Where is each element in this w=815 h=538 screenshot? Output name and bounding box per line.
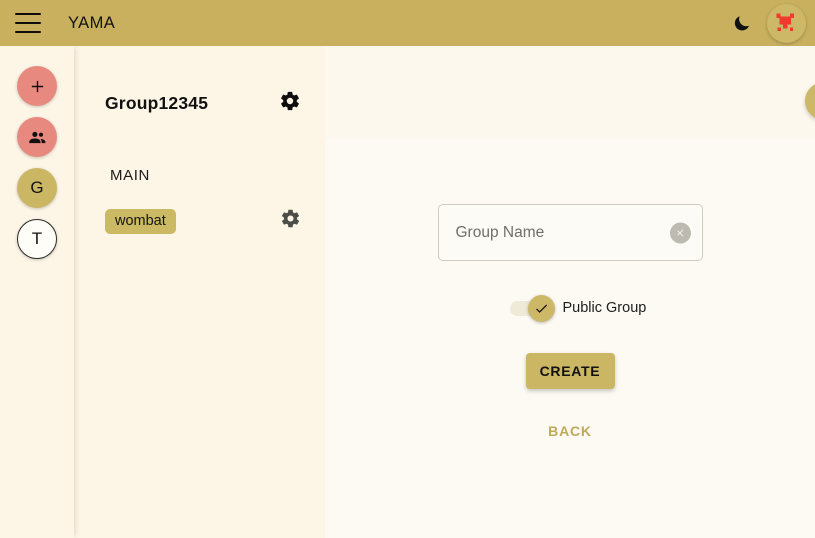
group-g-label: G: [30, 178, 43, 198]
group-t-label: T: [32, 229, 42, 249]
people-icon: [27, 127, 48, 148]
public-group-toggle[interactable]: [510, 301, 549, 316]
add-button[interactable]: [17, 66, 57, 106]
user-avatar-identicon[interactable]: [767, 4, 806, 43]
add-group-panel: Add a Group: [325, 46, 815, 538]
hamburger-menu-icon[interactable]: [15, 13, 41, 33]
top-bar-actions: [729, 4, 815, 43]
toggle-knob: [528, 295, 555, 322]
group-sidebar: Group12345 MAIN wombat: [74, 46, 325, 538]
check-icon: [534, 301, 549, 316]
channel-row: wombat: [74, 184, 325, 234]
plus-icon: [29, 78, 46, 95]
app-root: YAMA: [0, 0, 815, 538]
left-icon-rail: G T: [0, 46, 74, 538]
dialog-plus-icon[interactable]: [805, 82, 815, 120]
group-name-input[interactable]: [439, 224, 702, 242]
add-group-form: Public Group CREATE BACK: [325, 141, 815, 538]
moon-icon[interactable]: [729, 10, 755, 36]
hamburger-line: [15, 13, 41, 15]
top-app-bar: YAMA: [0, 0, 815, 46]
public-group-label: Public Group: [563, 300, 647, 316]
group-name-field-wrapper: [438, 204, 703, 261]
hamburger-line: [15, 31, 41, 33]
create-button[interactable]: CREATE: [526, 353, 615, 389]
group-settings-gear-icon[interactable]: [279, 90, 301, 117]
public-group-toggle-row: Public Group: [438, 300, 703, 316]
group-title: Group12345: [105, 93, 208, 114]
channel-chip-wombat[interactable]: wombat: [105, 209, 176, 234]
hamburger-line: [15, 22, 41, 24]
people-button[interactable]: [17, 117, 57, 157]
group-g-button[interactable]: G: [17, 168, 57, 208]
channel-settings-gear-icon[interactable]: [280, 208, 301, 234]
sidebar-header: Group12345: [74, 46, 325, 117]
app-title: YAMA: [68, 14, 115, 33]
back-button[interactable]: BACK: [548, 423, 592, 439]
clear-x-icon[interactable]: [670, 222, 691, 243]
section-label-main: MAIN: [74, 117, 325, 184]
group-t-button[interactable]: T: [17, 219, 57, 259]
